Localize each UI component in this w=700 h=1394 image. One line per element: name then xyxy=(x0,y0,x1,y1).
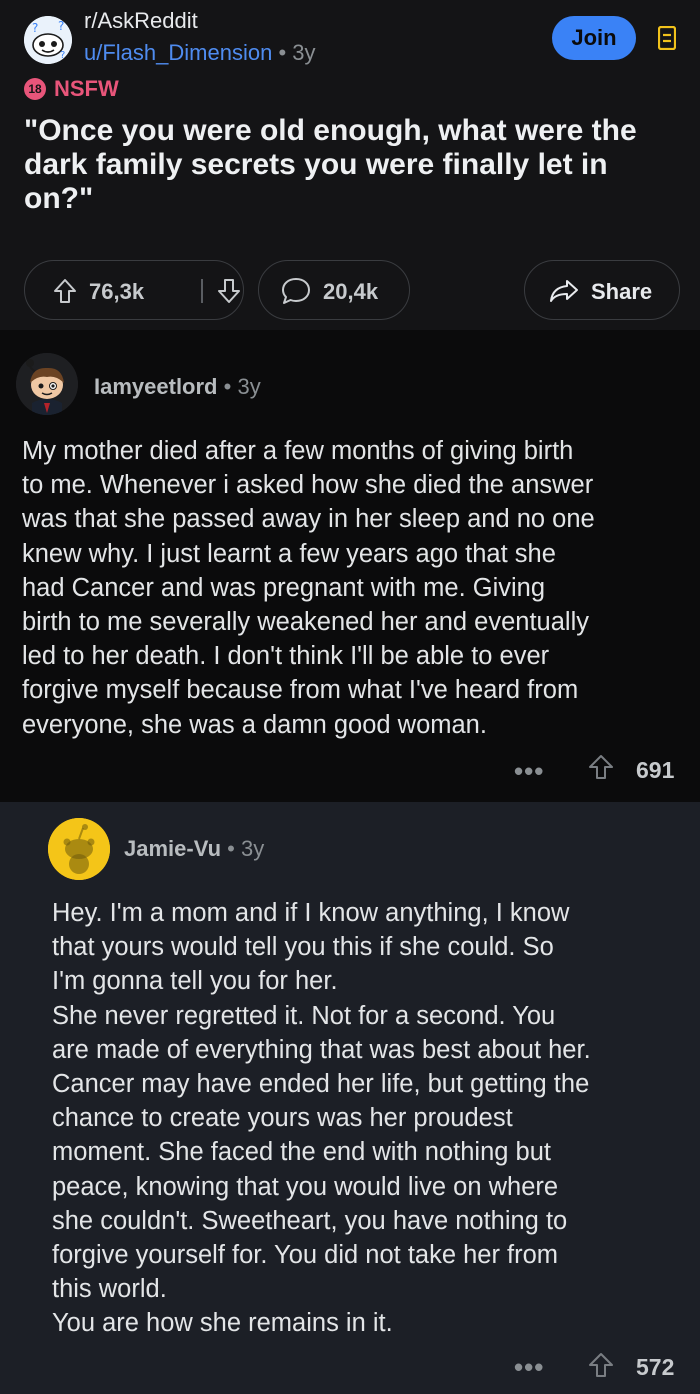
user-avatar[interactable] xyxy=(48,818,110,880)
meta-separator: • xyxy=(278,40,287,65)
meta-separator: • xyxy=(223,374,232,399)
svg-text:?: ? xyxy=(32,21,38,35)
post-author[interactable]: u/Flash_Dimension xyxy=(84,40,272,65)
comment-score: 572 xyxy=(636,1354,675,1380)
comment-score: 691 xyxy=(636,757,675,783)
more-options-icon[interactable]: ••• xyxy=(514,1352,544,1383)
join-button[interactable]: Join xyxy=(552,16,636,60)
comment-age: 3y xyxy=(240,836,265,861)
post-card: ? ? ? r/AskReddit u/Flash_Dimension • 3y… xyxy=(0,0,700,330)
reply-comment: Jamie-Vu • 3y Hey. I'm a mom and if I kn… xyxy=(0,802,700,1394)
share-arrow-icon xyxy=(550,280,578,302)
comment-meta: Iamyeetlord • 3y xyxy=(94,374,261,400)
nsfw-tag: 18 NSFW xyxy=(24,76,119,102)
svg-text:?: ? xyxy=(58,19,64,33)
vote-bar: 76,3k xyxy=(24,260,244,320)
upvote-count: 76,3k xyxy=(89,279,145,304)
comment-body: My mother died after a few months of giv… xyxy=(22,437,595,739)
comment-meta: Jamie-Vu • 3y xyxy=(124,836,264,862)
upvote-icon[interactable] xyxy=(588,754,614,780)
meta-separator: • xyxy=(227,836,235,861)
subreddit-avatar-icon[interactable]: ? ? ? xyxy=(24,16,72,64)
comments-button[interactable]: 20,4k xyxy=(258,260,410,320)
post-title[interactable]: "Once you were old enough, what were the… xyxy=(24,114,674,216)
share-label: Share xyxy=(591,279,653,304)
more-options-icon[interactable]: ••• xyxy=(514,756,544,787)
post-meta: u/Flash_Dimension • 3y xyxy=(84,40,316,66)
comment-age: 3y xyxy=(237,374,261,399)
menu-icon[interactable] xyxy=(658,26,676,50)
post-age: 3y xyxy=(292,40,316,65)
comment: Iamyeetlord • 3y My mother died after a … xyxy=(0,330,700,802)
comment-count: 20,4k xyxy=(323,279,379,304)
nsfw-18-icon: 18 xyxy=(24,78,46,100)
share-button[interactable]: Share xyxy=(524,260,680,320)
comment-body: Hey. I'm a mom and if I know anything, I… xyxy=(52,899,591,1338)
subreddit-name[interactable]: r/AskReddit xyxy=(84,8,198,34)
downvote-icon[interactable] xyxy=(217,278,241,304)
upvote-icon[interactable] xyxy=(588,1352,614,1378)
upvote-icon[interactable] xyxy=(53,278,77,304)
svg-text:?: ? xyxy=(60,50,65,61)
comment-username[interactable]: Iamyeetlord xyxy=(94,374,218,399)
comment-username[interactable]: Jamie-Vu xyxy=(124,836,221,861)
vote-divider xyxy=(201,279,203,303)
comment-bubble-icon xyxy=(282,278,310,304)
user-avatar[interactable] xyxy=(16,353,78,415)
nsfw-label: NSFW xyxy=(54,76,119,101)
